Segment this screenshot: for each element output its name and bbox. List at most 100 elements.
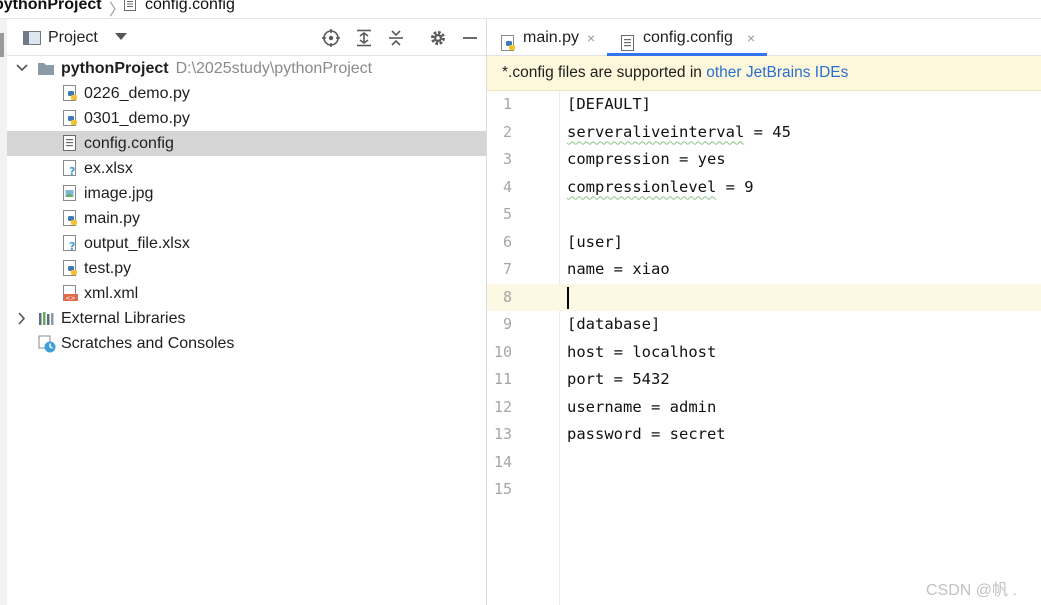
scratches-label: Scratches and Consoles bbox=[61, 335, 235, 352]
code-line[interactable]: 12 username = admin bbox=[487, 394, 1041, 422]
code-text: [user] bbox=[567, 232, 623, 251]
locate-icon[interactable] bbox=[321, 28, 341, 48]
file-name: config.config bbox=[84, 135, 174, 152]
file-name: 0226_demo.py bbox=[84, 85, 190, 102]
svg-text:?: ? bbox=[69, 240, 75, 252]
file-name: xml.xml bbox=[84, 285, 139, 302]
python-file-icon bbox=[63, 210, 79, 227]
code-text: port = 5432 bbox=[567, 370, 670, 388]
python-file-icon bbox=[63, 260, 79, 277]
notice-text: *.config files are supported in bbox=[502, 64, 707, 81]
chevron-down-icon[interactable] bbox=[15, 56, 29, 81]
tab-label: main.py bbox=[523, 29, 580, 46]
tab-label: config.config bbox=[643, 29, 733, 46]
code-text: [database] bbox=[567, 315, 661, 333]
tree-scratches-row[interactable]: Scratches and Consoles bbox=[7, 331, 486, 356]
tab-main-py[interactable]: main.py × bbox=[487, 19, 605, 55]
code-line[interactable]: 14 bbox=[487, 449, 1041, 477]
line-number: 14 bbox=[493, 452, 512, 471]
hide-panel-icon[interactable] bbox=[460, 28, 480, 48]
tree-file-row[interactable]: 0226_demo.py bbox=[7, 81, 486, 106]
line-number: 15 bbox=[493, 480, 512, 498]
chevron-down-icon[interactable] bbox=[115, 33, 127, 40]
code-text: host = localhost bbox=[567, 342, 717, 361]
code-line[interactable]: 4 compressionlevel = 9 bbox=[487, 174, 1041, 202]
code-text: serveraliveinterval = 45 bbox=[567, 122, 791, 141]
code-line[interactable]: 13 password = secret bbox=[487, 421, 1041, 449]
code-line[interactable]: 3 compression = yes bbox=[487, 146, 1041, 174]
code-line[interactable]: 7 name = xiao bbox=[487, 256, 1041, 284]
file-name: ex.xlsx bbox=[84, 160, 133, 177]
line-number: 4 bbox=[502, 177, 512, 196]
line-number: 8 bbox=[502, 287, 512, 306]
text-file-icon bbox=[63, 135, 79, 152]
project-panel-title[interactable]: Project bbox=[48, 29, 98, 47]
code-text: compressionlevel = 9 bbox=[567, 177, 754, 196]
breadcrumb-project[interactable]: pythonProject bbox=[0, 0, 102, 14]
text-caret bbox=[567, 286, 569, 309]
python-file-icon bbox=[501, 29, 517, 51]
code-line[interactable]: 15 bbox=[487, 476, 1041, 504]
code-editor[interactable]: 1 [DEFAULT] 2 serveraliveinterval = 45 3… bbox=[487, 91, 1041, 605]
folder-icon bbox=[37, 60, 54, 77]
code-line-current[interactable]: 8 bbox=[487, 283, 1041, 311]
code-line[interactable]: 1 [DEFAULT] bbox=[487, 91, 1041, 119]
code-text: password = secret bbox=[567, 425, 726, 443]
tree-external-libraries-row[interactable]: External Libraries bbox=[7, 306, 486, 331]
spelling-word: serveraliveinterval bbox=[567, 122, 745, 141]
collapse-all-icon[interactable] bbox=[386, 28, 406, 48]
file-name: output_file.xlsx bbox=[84, 235, 190, 252]
unknown-file-icon: ? bbox=[63, 160, 79, 178]
code-text: name = xiao bbox=[567, 260, 670, 278]
text-file-icon bbox=[621, 29, 637, 51]
line-number: 3 bbox=[502, 150, 512, 168]
code-line[interactable]: 9 [database] bbox=[487, 311, 1041, 339]
line-number: 9 bbox=[502, 315, 512, 333]
tree-file-row[interactable]: ? ex.xlsx bbox=[7, 156, 486, 181]
image-file-icon bbox=[63, 185, 79, 202]
tree-file-row[interactable]: main.py bbox=[7, 206, 486, 231]
external-libraries-label: External Libraries bbox=[61, 310, 186, 327]
left-tool-strip bbox=[0, 19, 7, 605]
watermark: CSDN @帆 . bbox=[926, 582, 1017, 599]
file-name: 0301_demo.py bbox=[84, 110, 190, 127]
editor-area: main.py × config.config × *.config files… bbox=[487, 19, 1041, 605]
close-icon[interactable]: × bbox=[587, 19, 595, 57]
expand-all-icon[interactable] bbox=[354, 28, 374, 48]
file-name: test.py bbox=[84, 260, 132, 277]
breadcrumb-file[interactable]: config.config bbox=[145, 0, 235, 14]
code-line[interactable]: 5 bbox=[487, 201, 1041, 229]
plugin-notice-banner: *.config files are supported in other Je… bbox=[487, 56, 1041, 91]
project-panel: Project pythonProject D:\2025study\python… bbox=[7, 19, 487, 605]
line-number: 11 bbox=[493, 370, 512, 388]
code-line[interactable]: 11 port = 5432 bbox=[487, 366, 1041, 394]
tree-file-row-selected[interactable]: config.config bbox=[7, 131, 486, 156]
line-number: 13 bbox=[493, 425, 512, 443]
code-line[interactable]: 10 host = localhost bbox=[487, 339, 1041, 367]
close-icon[interactable]: × bbox=[747, 19, 755, 57]
notice-link[interactable]: other JetBrains IDEs bbox=[706, 64, 848, 81]
chevron-right-icon[interactable] bbox=[15, 306, 29, 331]
svg-text:<>: <> bbox=[66, 295, 76, 302]
project-view-icon bbox=[23, 31, 41, 45]
tab-config-config[interactable]: config.config × bbox=[607, 19, 767, 57]
gear-icon[interactable] bbox=[428, 28, 448, 48]
editor-tab-bar: main.py × config.config × bbox=[487, 19, 1041, 56]
project-root-name: pythonProject bbox=[61, 60, 169, 77]
code-line[interactable]: 2 serveraliveinterval = 45 bbox=[487, 119, 1041, 147]
tree-file-row[interactable]: image.jpg bbox=[7, 181, 486, 206]
code-line[interactable]: 6 [user] bbox=[487, 229, 1041, 257]
code-text: [DEFAULT] bbox=[567, 95, 651, 113]
project-root-path: D:\2025study\pythonProject bbox=[175, 60, 373, 77]
spelling-word: compressionlevel bbox=[567, 177, 717, 196]
tree-file-row[interactable]: ? output_file.xlsx bbox=[7, 231, 486, 256]
breadcrumb-separator: 〉 bbox=[109, 2, 126, 19]
line-number: 7 bbox=[502, 260, 512, 278]
tree-root-row[interactable]: pythonProject D:\2025study\pythonProject bbox=[7, 56, 486, 81]
tree-file-row[interactable]: test.py bbox=[7, 256, 486, 281]
tree-file-row[interactable]: <> xml.xml bbox=[7, 281, 486, 306]
line-number: 2 bbox=[502, 122, 512, 141]
tool-strip-marker[interactable] bbox=[0, 33, 4, 57]
tree-file-row[interactable]: 0301_demo.py bbox=[7, 106, 486, 131]
breadcrumb: pythonProject 〉 config.config bbox=[0, 0, 1041, 19]
